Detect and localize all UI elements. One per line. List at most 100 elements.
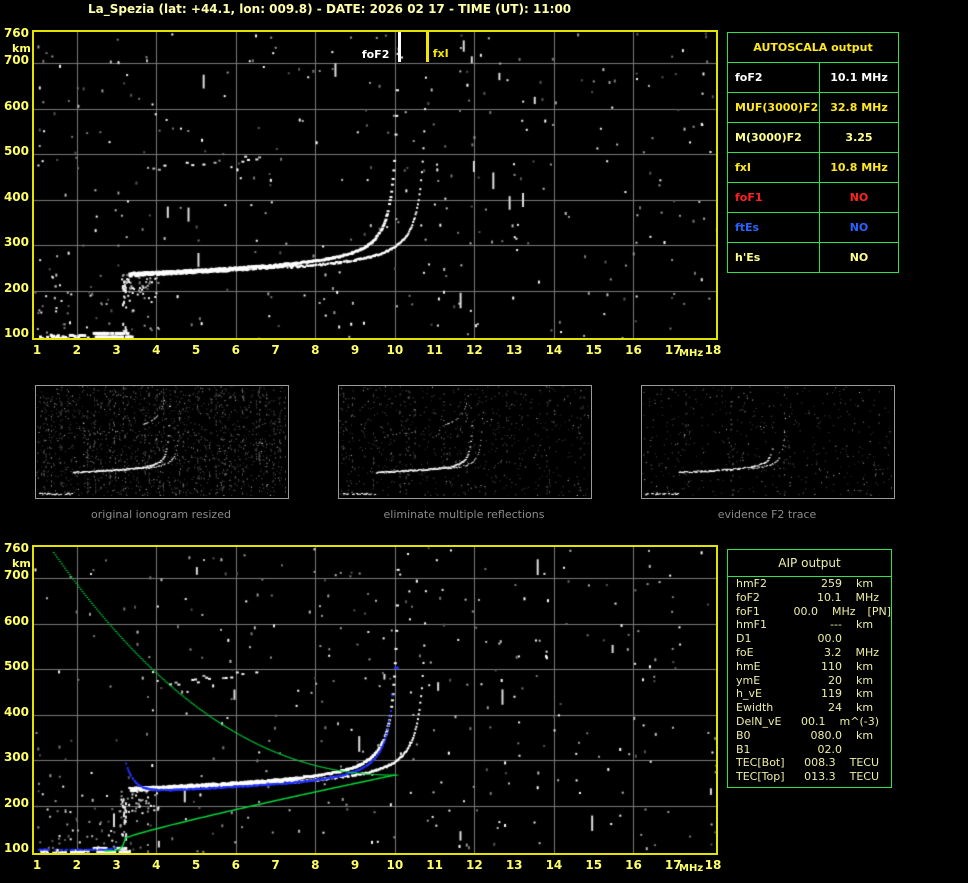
aip-param-label: TEC[Bot]: [736, 756, 785, 770]
x-axis-tick-label: 1: [32, 858, 42, 872]
autoscala-param-value: 3.25: [819, 122, 899, 153]
aip-param-unit: km: [856, 728, 874, 742]
y-axis-tick-label: 760: [3, 26, 29, 40]
aip-param-value: 259: [821, 577, 842, 590]
y-axis-tick-label: 600: [3, 98, 29, 113]
y-axis-tick-label: 760: [3, 541, 29, 555]
x-axis-unit-label: MHz: [679, 863, 704, 874]
y-axis-tick-label: 500: [3, 144, 29, 159]
autoscala-param-label: foF1: [727, 182, 820, 213]
x-axis-unit-label: MHz: [679, 348, 704, 359]
autoscala-param-label: ftEs: [727, 212, 820, 243]
autoscala-param-label: M(3000)F2: [727, 122, 820, 153]
aip-param-value: 008.3: [804, 756, 836, 770]
aip-param-label: ymE: [736, 673, 761, 687]
x-axis-tick-label: 7: [271, 858, 280, 872]
autoscala-param-value: 10.8 MHz: [819, 152, 899, 183]
y-axis-tick-label: 200: [3, 280, 29, 295]
aip-param-label: h_vE: [736, 687, 762, 701]
aip-param-unit: km: [856, 577, 874, 590]
y-axis-tick-label: 600: [3, 613, 29, 628]
x-axis-tick-label: 14: [545, 343, 563, 357]
x-axis-tick-label: 15: [585, 858, 603, 872]
x-axis-tick-label: 9: [350, 343, 360, 357]
thumbnail-original-ionogram: [35, 385, 289, 499]
aip-param-value: 24: [828, 701, 842, 715]
aip-param-label: B1: [736, 742, 751, 756]
thumbnail-eliminate-canvas: [339, 386, 589, 496]
page-title: La_Spezia (lat: +44.1, lon: 009.8) - DAT…: [88, 2, 572, 16]
x-axis-tick-label: 11: [426, 343, 443, 357]
bottom-ionogram-plot: [32, 545, 718, 855]
aip-param-unit: MHz: [855, 590, 879, 604]
aip-row: foF1 00.0 MHz [PN]: [728, 605, 891, 619]
x-axis-tick-label: 8: [311, 343, 320, 357]
aip-param-value: 20: [828, 673, 842, 687]
aip-param-extra: [PN]: [867, 604, 891, 618]
aip-output-rows: hmF2 259 km foF2 10.1 MHz foF1 00.0 MHz [PN] hmF1-…: [728, 577, 891, 784]
y-axis-tick-label: 700: [3, 568, 29, 583]
aip-row: foF2 10.1 MHz: [728, 591, 891, 605]
x-axis-tick-label: 13: [505, 858, 523, 872]
aip-row: hmF1 --- km: [728, 618, 891, 632]
x-axis-tick-label: 2: [72, 343, 81, 357]
aip-param-unit: MHz: [832, 604, 856, 618]
x-axis-tick-label: 16: [625, 858, 642, 872]
x-axis-tick-label: 11: [426, 858, 443, 872]
aip-row: D1 00.0: [728, 632, 891, 646]
x-axis-tick-label: 2: [72, 858, 81, 872]
aip-param-unit: TECU: [849, 756, 879, 770]
x-axis-tick-label: 18: [704, 858, 722, 872]
aip-param-unit: MHz: [855, 645, 879, 659]
top-ionogram-plot: foF2 fxI: [32, 30, 718, 340]
autoscala-param-label: foF2: [727, 62, 820, 93]
x-axis-tick-label: 14: [545, 858, 563, 872]
thumbnail-evidence-f2: [641, 385, 895, 499]
aip-param-label: hmF1: [736, 618, 768, 632]
autoscala-param-value: NO: [819, 242, 899, 273]
aip-param-unit: TECU: [849, 770, 879, 784]
aip-param-label: foF2: [736, 590, 760, 604]
thumbnail-eliminate-reflections: [338, 385, 592, 499]
y-axis-tick-label: 200: [3, 795, 29, 810]
aip-param-value: 00.0: [817, 632, 843, 646]
autoscala-output-table: AUTOSCALA output foF2 10.1 MHz MUF(3000)F2 3…: [727, 32, 899, 273]
fof2-marker-line: [397, 32, 401, 62]
x-axis-tick-label: 12: [466, 858, 483, 872]
x-axis-tick-label: 3: [112, 858, 121, 872]
y-axis-tick-label: 400: [3, 189, 29, 204]
autoscala-row: MUF(3000)F2 32.8 MHz: [727, 92, 899, 123]
x-axis-tick-label: 7: [271, 343, 280, 357]
autoscala-row: ftEs NO: [727, 212, 899, 243]
aip-row: Ewidth 24 km: [728, 701, 891, 715]
x-axis-tick-label: 10: [386, 343, 404, 357]
aip-param-label: foF1: [736, 604, 760, 618]
aip-row: TEC[Top] 013.3 TECU: [728, 770, 891, 784]
autoscala-screen: La_Spezia (lat: +44.1, lon: 009.8) - DAT…: [0, 0, 968, 883]
autoscala-param-label: MUF(3000)F2: [727, 92, 820, 123]
aip-param-value: ---: [830, 618, 842, 632]
aip-row: B0 080.0 km: [728, 729, 891, 743]
y-axis-tick-label: 300: [3, 235, 29, 250]
autoscala-row: foF1 NO: [727, 182, 899, 213]
x-axis-tick-label: 15: [585, 343, 603, 357]
aip-row: foE 3.2 MHz: [728, 646, 891, 660]
aip-param-value: 00.0: [793, 604, 819, 618]
x-axis-tick-label: 3: [112, 343, 121, 357]
aip-param-unit: km: [856, 673, 874, 687]
x-axis-tick-label: 10: [386, 858, 404, 872]
x-axis-tick-label: 1: [32, 343, 42, 357]
autoscala-param-label: fxI: [727, 152, 820, 183]
aip-param-unit: km: [856, 701, 874, 715]
aip-row: B1 02.0: [728, 743, 891, 757]
fxi-marker-label: fxI: [432, 47, 449, 60]
aip-param-label: DelN_vE: [736, 714, 782, 728]
x-axis-tick-label: 13: [505, 343, 523, 357]
y-axis-tick-label: 500: [3, 659, 29, 674]
x-axis-tick-label: 12: [466, 343, 483, 357]
thumbnail-caption-eliminate: eliminate multiple reflections: [383, 508, 545, 521]
x-axis-tick-label: 8: [311, 858, 320, 872]
aip-param-label: hmE: [736, 659, 761, 673]
thumbnail-original-canvas: [36, 386, 286, 496]
autoscala-param-value: 10.1 MHz: [819, 62, 899, 93]
